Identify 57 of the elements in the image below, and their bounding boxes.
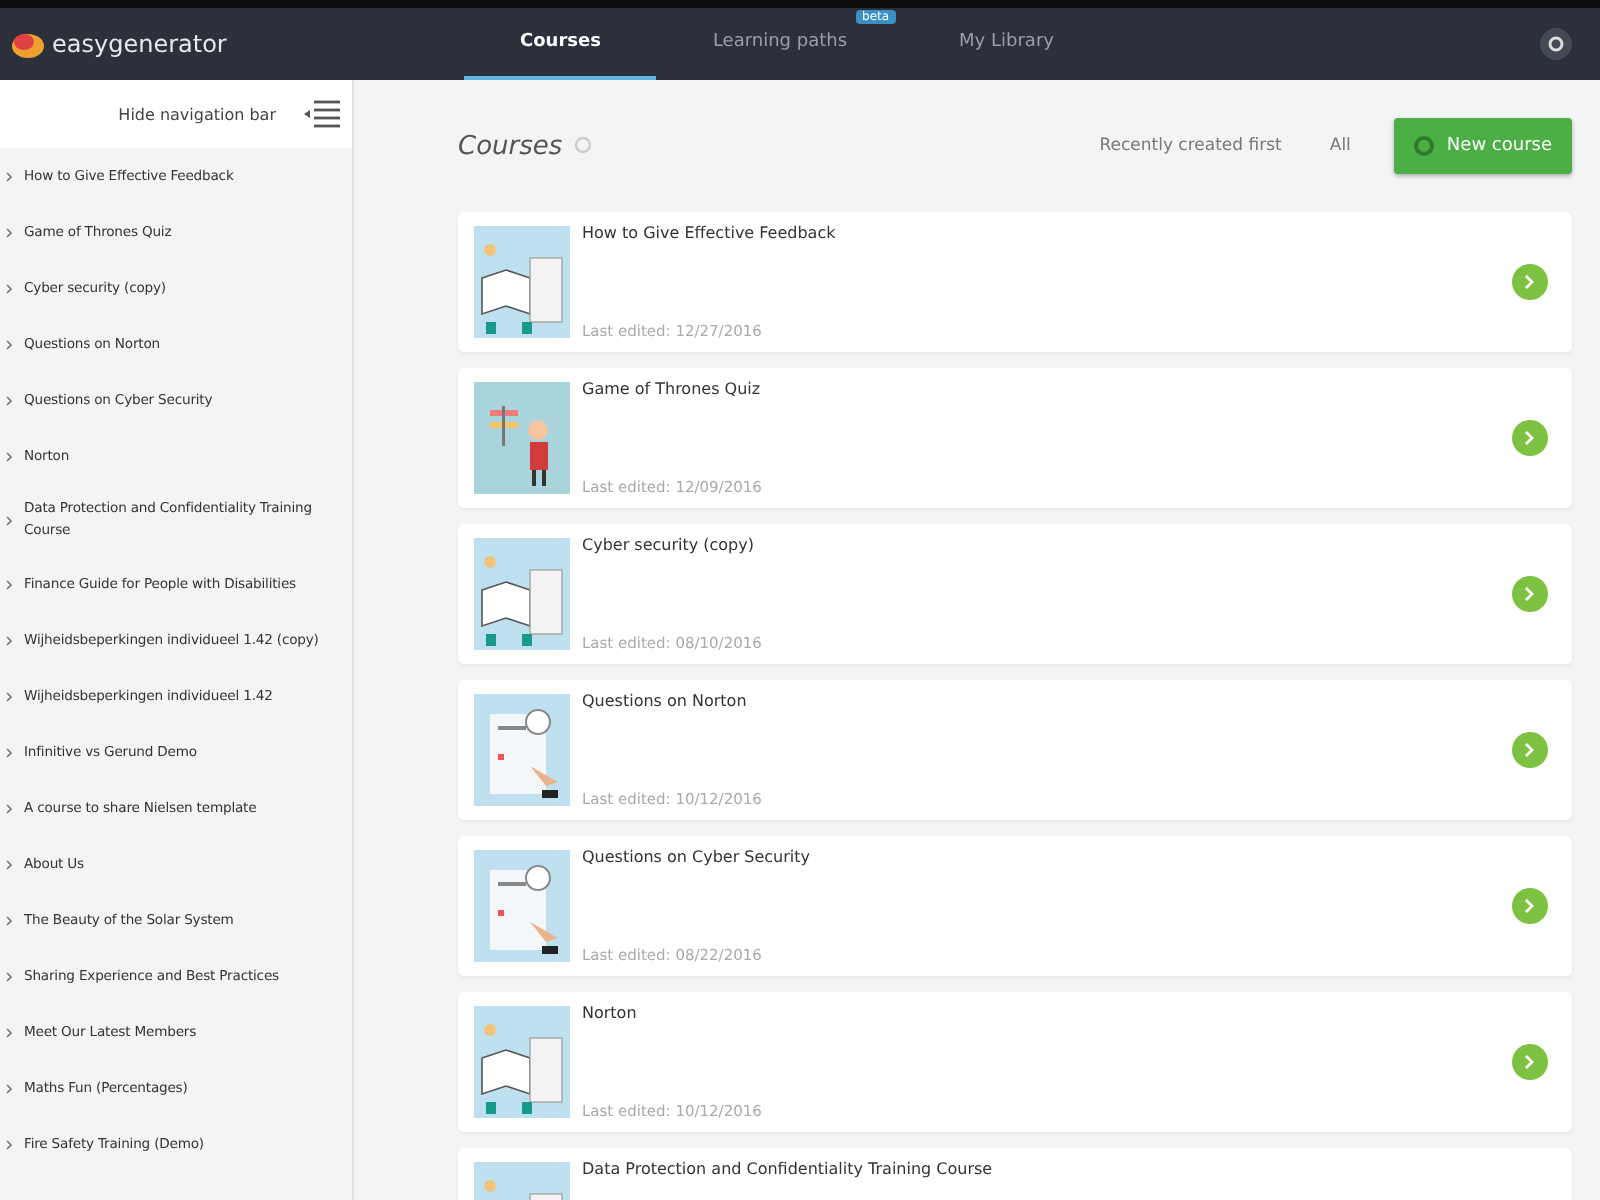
- chevron-right-icon: [1524, 1054, 1536, 1070]
- open-course-button[interactable]: [1512, 1044, 1548, 1080]
- course-title: Data Protection and Confidentiality Training Course: [582, 1160, 995, 1178]
- chevron-right-icon: [6, 515, 12, 525]
- chevron-right-icon: [1524, 274, 1536, 290]
- chevron-right-icon: [6, 283, 12, 293]
- course-title: Cyber security (copy): [582, 536, 756, 554]
- chevron-right-icon: [1524, 430, 1536, 446]
- chevron-right-icon: [6, 1027, 12, 1037]
- chevron-right-icon: [6, 915, 12, 925]
- person-illustration: [474, 382, 570, 494]
- nav-tab[interactable]: My Library: [903, 8, 1110, 80]
- book-illustration: [474, 538, 570, 650]
- open-course-button[interactable]: [1512, 888, 1548, 924]
- chevron-right-icon: [1524, 586, 1536, 602]
- clipboard-illustration: [474, 850, 570, 962]
- book-illustration: [474, 1006, 570, 1118]
- chevron-right-icon: [6, 859, 12, 869]
- logo-icon: [12, 30, 44, 58]
- course-title: Norton: [582, 1004, 639, 1022]
- brand-name: easygenerator: [52, 30, 227, 58]
- chevron-right-icon: [6, 747, 12, 757]
- ring-icon: [1548, 36, 1564, 52]
- course-title: Questions on Cyber Security: [582, 848, 813, 866]
- chevron-right-icon: [6, 691, 12, 701]
- chevron-right-icon: [6, 1083, 12, 1093]
- nav-tab[interactable]: Courses: [464, 8, 657, 80]
- chevron-right-icon: [6, 579, 12, 589]
- chevron-right-icon: [6, 451, 12, 461]
- hide-navigation-link[interactable]: Hide navigation bar: [118, 105, 276, 123]
- chevron-right-icon: [6, 395, 12, 405]
- collapse-menu-icon[interactable]: [304, 100, 340, 128]
- book-illustration: [474, 226, 570, 338]
- chevron-right-icon: [1524, 742, 1536, 758]
- course-title: Questions on Norton: [582, 692, 749, 710]
- chevron-right-icon: [6, 971, 12, 981]
- clipboard-illustration: [474, 694, 570, 806]
- page-title: Courses: [458, 131, 563, 161]
- filter-dropdown[interactable]: All: [1329, 136, 1351, 156]
- circle-icon: [1414, 136, 1435, 156]
- chevron-right-icon: [6, 1139, 12, 1149]
- user-avatar[interactable]: [1540, 28, 1572, 60]
- course-card[interactable]: Data Protection and Confidentiality Training Course: [458, 1148, 1572, 1200]
- open-course-button[interactable]: [1512, 576, 1548, 612]
- chevron-right-icon: [6, 227, 12, 237]
- chevron-right-icon: [6, 171, 12, 181]
- chevron-right-icon: [1524, 898, 1536, 914]
- course-title: Game of Thrones Quiz: [582, 380, 763, 398]
- open-course-button[interactable]: [1512, 420, 1548, 456]
- chevron-right-icon: [6, 803, 12, 813]
- chevron-right-icon: [6, 339, 12, 349]
- open-course-button[interactable]: [1512, 264, 1548, 300]
- course-title: How to Give Effective Feedback: [582, 224, 838, 242]
- open-course-button[interactable]: [1512, 732, 1548, 768]
- sort-dropdown[interactable]: Recently created first: [1099, 136, 1282, 156]
- chevron-right-icon: [6, 635, 12, 645]
- search-icon[interactable]: [574, 136, 595, 156]
